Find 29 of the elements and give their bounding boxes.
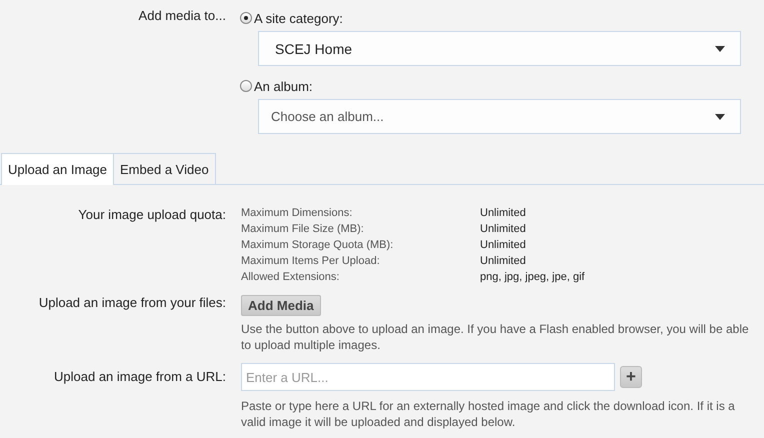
caret-icon (715, 46, 725, 52)
tab[interactable]: Upload an Image (1, 153, 114, 185)
help-text: Use the button above to upload an image. If you have a Flash enabled browser, you will be able to upload multiple images. (241, 321, 750, 353)
dropdown[interactable]: Choose an album... (258, 99, 741, 134)
radio-button[interactable] (240, 12, 252, 24)
quota-name: Maximum Dimensions: (241, 206, 354, 221)
quota-value: Unlimited (480, 238, 527, 253)
quota-value: Unlimited (480, 206, 527, 221)
url-field[interactable]: Enter a URL... (241, 363, 615, 391)
quota-name: Maximum Storage Quota (MB): (241, 238, 394, 253)
field-label: Upload an image from a URL: (53, 368, 226, 386)
dropdown[interactable]: SCEJ Home (258, 31, 741, 66)
radio-label: A site category: (254, 10, 343, 26)
quota-value: png, jpg, jpeg, jpe, gif (480, 270, 586, 285)
tab[interactable]: Embed a Video (113, 153, 216, 184)
radio-button[interactable] (240, 80, 252, 92)
help-text: Paste or type here a URL for an externally hosted image and click the download icon. If it is a valid image it will be uploaded and displayed below. (241, 398, 736, 430)
add-url-button[interactable]: + (620, 366, 642, 388)
field-label: Your image upload quota: (77, 207, 226, 224)
quota-name: Maximum Items Per Upload: (241, 254, 381, 269)
quota-name: Maximum File Size (MB): (241, 222, 365, 237)
field-label: Add media to... (138, 8, 226, 25)
caret-icon (715, 114, 725, 120)
quota-name: Allowed Extensions: (241, 270, 340, 285)
quota-value: Unlimited (480, 254, 527, 269)
add-media-button[interactable]: Add Media (241, 295, 321, 316)
radio-label: An album: (254, 78, 313, 94)
quota-value: Unlimited (480, 222, 527, 237)
field-label: Upload an image from your files: (38, 295, 226, 312)
